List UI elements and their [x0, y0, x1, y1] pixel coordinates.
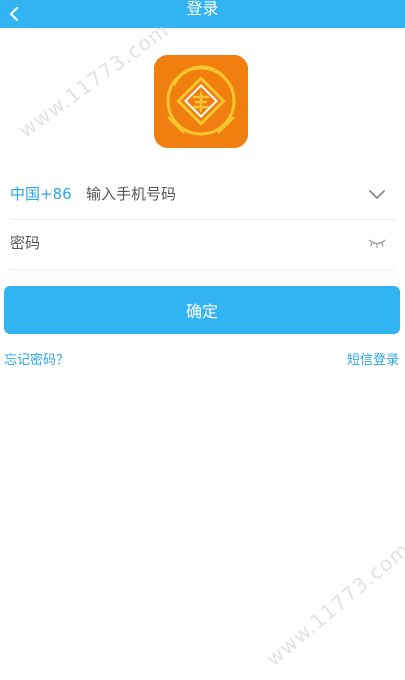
chevron-down-icon	[369, 190, 385, 199]
header-bar: 登录	[0, 0, 405, 28]
app-logo-icon	[154, 55, 248, 148]
watermark-text: www.11773.com	[14, 17, 174, 143]
watermark-text: www.11773.com	[261, 537, 405, 671]
sms-login-link[interactable]: 短信登录	[347, 352, 399, 370]
password-input[interactable]	[10, 231, 350, 255]
account-dropdown-button[interactable]	[366, 184, 388, 204]
confirm-button[interactable]: 确定	[4, 286, 400, 334]
forgot-password-link[interactable]: 忘记密码？	[4, 352, 69, 370]
phone-row: 中国+86	[10, 170, 395, 220]
phone-input[interactable]	[86, 182, 356, 206]
password-row	[10, 220, 395, 270]
eye-closed-icon	[368, 239, 386, 249]
password-visibility-toggle[interactable]	[366, 234, 388, 252]
login-page: 登录 中国+86 确定 忘记密	[0, 0, 405, 680]
country-code-selector[interactable]: 中国+86	[10, 183, 72, 205]
page-title: 登录	[186, 0, 219, 18]
